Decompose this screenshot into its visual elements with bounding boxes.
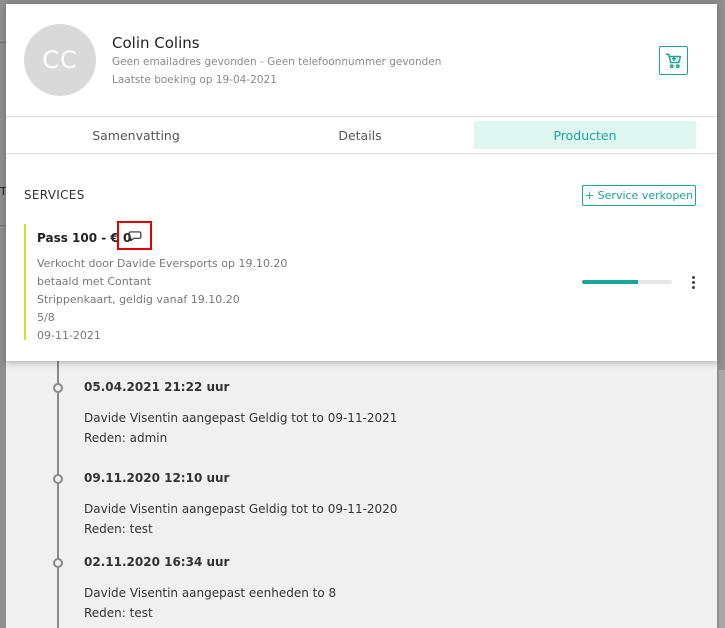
service-valid-until: 09-11-2021 xyxy=(37,329,101,342)
cart-button[interactable] xyxy=(659,46,688,75)
avatar: CC xyxy=(24,24,96,96)
customer-contact-info: Geen emailadres gevonden - Geen telefoon… xyxy=(112,56,442,68)
comment-button[interactable] xyxy=(117,221,152,250)
history-reason: Reden: test xyxy=(84,606,153,620)
customer-modal: CC Colin Colins Geen emailadres gevonden… xyxy=(6,4,717,361)
history-text: Davide Visentin aangepast Geldig tot to … xyxy=(84,411,398,425)
tab-producten[interactable]: Producten xyxy=(474,121,696,149)
history-text: Davide Visentin aangepast eenheden to 8 xyxy=(84,586,337,600)
customer-name: Colin Colins xyxy=(112,34,200,52)
history-timeline: 05.04.2021 21:22 uur Davide Visentin aan… xyxy=(6,360,717,628)
timeline-dot xyxy=(53,383,63,393)
timeline-line xyxy=(57,360,59,628)
comment-icon xyxy=(128,230,141,241)
tab-details[interactable]: Details xyxy=(262,121,458,149)
background-page-right xyxy=(717,0,725,628)
services-heading: SERVICES xyxy=(24,188,85,202)
service-payment: betaald met Contant xyxy=(37,275,152,288)
progress-fill xyxy=(582,280,639,284)
service-sold-by: Verkocht door Davide Eversports op 19.10… xyxy=(37,257,288,270)
history-date: 09.11.2020 12:10 uur xyxy=(84,471,230,485)
service-type: Strippenkaart, geldig vanaf 19.10.20 xyxy=(37,293,240,306)
shopping-cart-icon xyxy=(665,53,681,68)
service-units: 5/8 xyxy=(37,311,55,324)
units-progress-bar xyxy=(582,280,672,284)
more-vertical-icon[interactable] xyxy=(690,276,696,290)
timeline-dot xyxy=(53,558,63,568)
history-text: Davide Visentin aangepast Geldig tot to … xyxy=(84,502,398,516)
sell-service-button[interactable]: + Service verkopen xyxy=(582,185,696,206)
service-card: Pass 100 - € 0 Verkocht door Davide Ever… xyxy=(24,221,704,342)
customer-last-booking: Laatste boeking op 19-04-2021 xyxy=(112,74,277,86)
scrollbar[interactable] xyxy=(719,370,725,628)
tab-bar: Samenvatting Details Producten xyxy=(6,116,717,154)
history-reason: Reden: admin xyxy=(84,431,168,445)
timeline-dot xyxy=(53,474,63,484)
history-date: 02.11.2020 16:34 uur xyxy=(84,555,230,569)
history-reason: Reden: test xyxy=(84,522,153,536)
history-date: 05.04.2021 21:22 uur xyxy=(84,380,230,394)
tab-samenvatting[interactable]: Samenvatting xyxy=(38,121,234,149)
